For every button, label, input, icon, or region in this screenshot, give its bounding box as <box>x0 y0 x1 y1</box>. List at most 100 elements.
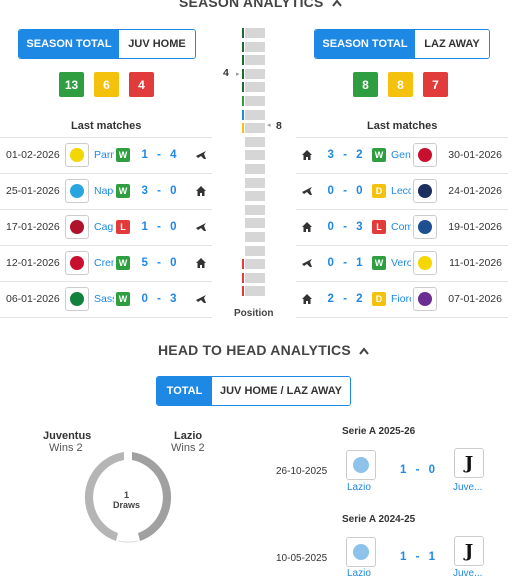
position-zone-marker <box>242 82 244 93</box>
right-position-value: 8 <box>276 120 282 132</box>
team-name[interactable]: Cremonese <box>94 257 114 269</box>
match-row[interactable]: 0 - 3 L Como 19-01-2026 <box>300 209 502 245</box>
match-score[interactable]: 1 - 0 <box>136 221 182 233</box>
plane-icon <box>194 220 208 234</box>
team-name[interactable]: Sassuolo <box>94 293 114 305</box>
season-analytics-header[interactable]: SEASON ANALYTICS <box>179 0 342 10</box>
row-divider <box>0 317 212 318</box>
match-score[interactable]: 0 - 3 <box>322 221 368 233</box>
team-name[interactable]: Parma <box>94 149 114 161</box>
tab-season-total-home[interactable]: SEASON TOTAL <box>19 30 119 58</box>
match-row[interactable]: 17-01-2026 CagliariL 1 - 0 <box>6 209 208 245</box>
position-bar <box>245 96 265 106</box>
h2h-tabs: TOTAL JUV HOME / LAZ AWAY <box>156 376 351 406</box>
left-wins-box: 13 <box>59 72 84 97</box>
match-score[interactable]: 0 - 3 <box>136 293 182 305</box>
team-name[interactable]: Como <box>391 221 411 233</box>
team-logo <box>65 143 89 167</box>
team-logo <box>65 287 89 311</box>
match-score[interactable]: 3 - 2 <box>322 149 368 161</box>
h2h-draws-count: 1 <box>124 490 130 500</box>
h2h-away-team: Lazio <box>174 430 203 442</box>
plane-icon <box>300 184 314 198</box>
h2h-analytics-header[interactable]: HEAD TO HEAD ANALYTICS <box>158 342 369 358</box>
team-name[interactable]: Genoa <box>391 149 411 161</box>
match-date: 19-01-2026 <box>448 221 502 233</box>
match-date: 24-01-2026 <box>448 185 502 197</box>
chevron-up-icon <box>331 0 342 10</box>
match-row[interactable]: 0 - 1 W Verona 11-01-2026 <box>300 245 502 281</box>
match-score[interactable]: 0 - 1 <box>322 257 368 269</box>
juventus-logo: J <box>454 448 484 478</box>
plane-icon <box>300 256 314 270</box>
match-score[interactable]: 2 - 2 <box>322 293 368 305</box>
match-score[interactable]: 1 - 4 <box>136 149 182 161</box>
donut-draw-segment <box>117 540 139 543</box>
team-logo <box>413 215 437 239</box>
result-badge: L <box>372 220 386 234</box>
h2h-competition-1: Serie A 2025-26 <box>342 426 416 437</box>
team-name[interactable]: Verona <box>391 257 411 269</box>
tab-juv-home[interactable]: JUV HOME <box>119 30 195 58</box>
position-zone-marker <box>242 28 244 38</box>
h2h-score-2[interactable]: 1 - 1 <box>400 551 435 563</box>
position-zone-marker <box>242 123 244 134</box>
position-zone-marker <box>242 272 244 283</box>
result-badge: W <box>372 256 386 270</box>
left-losses-box: 4 <box>129 72 154 97</box>
h2h-away-name-2[interactable]: Juve... <box>453 568 482 579</box>
tab-laz-away[interactable]: LAZ AWAY <box>415 30 489 58</box>
team-name[interactable]: Fiorentina <box>391 293 411 305</box>
position-zone-marker <box>242 55 244 66</box>
tab-total[interactable]: TOTAL <box>157 377 212 405</box>
home-icon <box>194 256 208 270</box>
position-bar <box>245 232 265 242</box>
lazio-logo <box>346 450 376 480</box>
match-row[interactable]: 0 - 0 D Lecce 24-01-2026 <box>300 173 502 209</box>
position-zone-marker <box>242 68 244 79</box>
match-row[interactable]: 3 - 2 W Genoa 30-01-2026 <box>300 137 502 173</box>
team-logo <box>413 287 437 311</box>
h2h-date-2: 10-05-2025 <box>276 553 328 564</box>
result-badge: W <box>372 148 386 162</box>
team-name[interactable]: Napoli <box>94 185 114 197</box>
match-row[interactable]: 25-01-2026 NapoliW 3 - 0 <box>6 173 208 209</box>
match-date: 25-01-2026 <box>6 185 60 197</box>
result-badge: W <box>116 292 130 306</box>
team-name[interactable]: Lecce <box>391 185 411 197</box>
home-icon <box>300 220 314 234</box>
match-row[interactable]: 01-02-2026 ParmaW 1 - 4 <box>6 137 208 173</box>
match-score[interactable]: 0 - 0 <box>322 185 368 197</box>
h2h-home-team: Juventus <box>43 430 92 442</box>
result-badge: W <box>116 148 130 162</box>
match-date: 17-01-2026 <box>6 221 60 233</box>
plane-icon <box>194 292 208 306</box>
home-icon <box>300 292 314 306</box>
h2h-score-1[interactable]: 1 - 0 <box>400 464 435 476</box>
position-bar <box>245 136 265 147</box>
position-bar <box>245 82 265 93</box>
h2h-home-name-2[interactable]: Lazio <box>347 568 371 579</box>
team-name[interactable]: Cagliari <box>94 221 114 233</box>
h2h-home-name-1[interactable]: Lazio <box>347 482 371 493</box>
tab-season-total-away[interactable]: SEASON TOTAL <box>315 30 415 58</box>
position-bar <box>245 286 265 297</box>
position-bar <box>245 177 265 188</box>
position-bar <box>245 109 265 120</box>
tab-juv-home-laz-away[interactable]: JUV HOME / LAZ AWAY <box>212 377 350 405</box>
donut-home-segment <box>84 452 124 541</box>
result-badge: W <box>116 184 130 198</box>
position-label: Position <box>234 308 274 319</box>
h2h-away-name-1[interactable]: Juve... <box>453 482 482 493</box>
position-zone-marker <box>242 259 244 270</box>
match-score[interactable]: 5 - 0 <box>136 257 182 269</box>
match-row[interactable]: 06-01-2026 SassuoloW 0 - 3 <box>6 281 208 317</box>
match-row[interactable]: 2 - 2 D Fiorentina 07-01-2026 <box>300 281 502 317</box>
row-divider <box>296 317 508 318</box>
plane-icon <box>194 148 208 162</box>
h2h-competition-2: Serie A 2024-25 <box>342 514 416 525</box>
right-draws-box: 8 <box>388 72 413 97</box>
match-score[interactable]: 3 - 0 <box>136 185 182 197</box>
left-season-tabs: SEASON TOTAL JUV HOME <box>18 29 196 59</box>
match-row[interactable]: 12-01-2026 CremoneseW 5 - 0 <box>6 245 208 281</box>
